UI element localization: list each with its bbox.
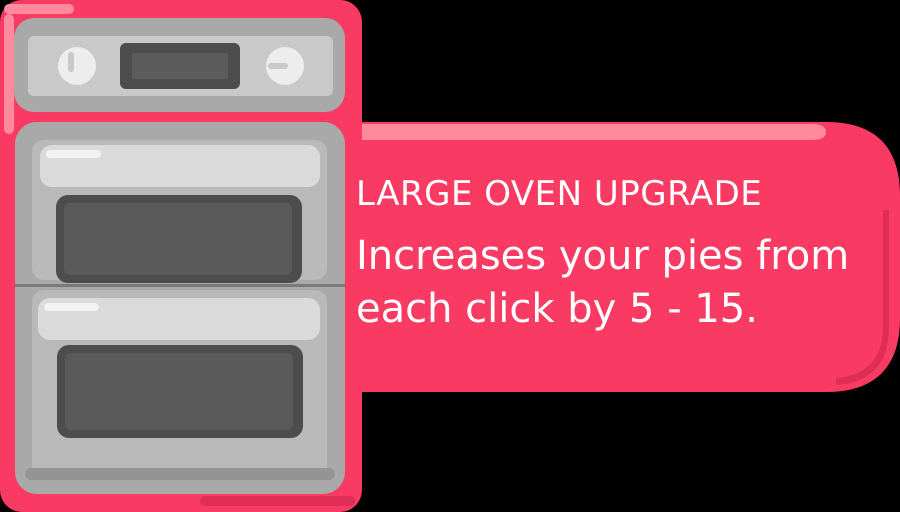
- description-line-1: Increases your pies from: [356, 233, 850, 279]
- left-knob-icon: [58, 47, 96, 85]
- description-line-2: each click by 5 - 15.: [356, 286, 758, 332]
- upgrade-description: Increases your pies from each click by 5…: [356, 230, 876, 336]
- upgrade-title: LARGE OVEN UPGRADE: [356, 174, 763, 214]
- large-oven-upgrade-card[interactable]: LARGE OVEN UPGRADE Increases your pies f…: [0, 0, 900, 512]
- upgrade-text: LARGE OVEN UPGRADE Increases your pies f…: [356, 168, 876, 336]
- double-oven-icon: [14, 18, 345, 494]
